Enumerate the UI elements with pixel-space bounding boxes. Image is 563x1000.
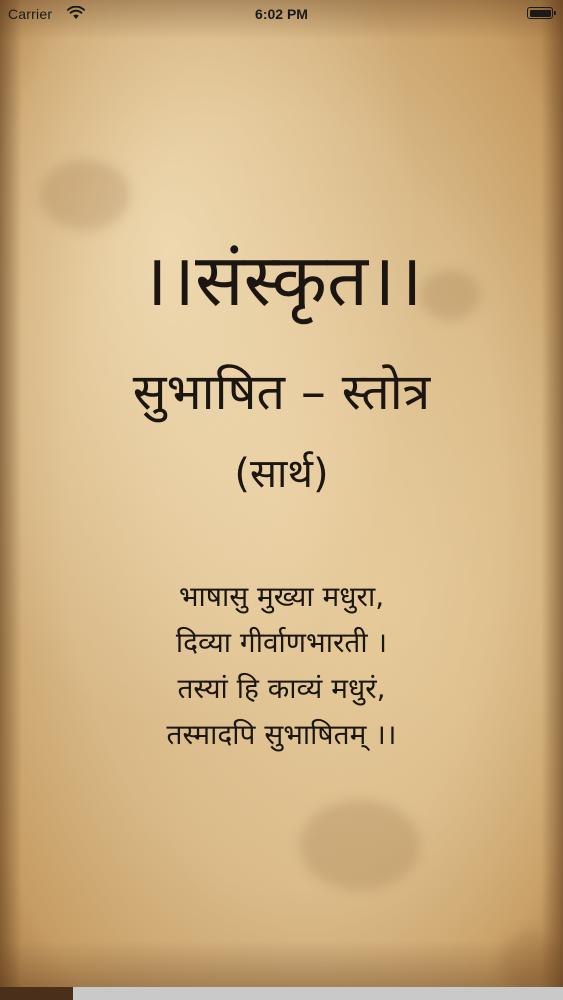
battery-icon	[527, 7, 556, 19]
paper-stain	[500, 930, 560, 990]
splash-screen: Carrier 6:02 PM ।।संस्कृत।। सुभाषित – स्…	[0, 0, 563, 1000]
battery-level	[529, 9, 551, 17]
paper-stain	[300, 800, 420, 890]
battery-tip	[554, 11, 556, 15]
app-title: ।।संस्कृत।।	[140, 238, 423, 322]
verse-line: तस्मादपि सुभाषितम् ।।	[166, 718, 397, 751]
app-subtitle: सुभाषित – स्तोत्र	[132, 363, 431, 421]
verse-block: भाषासु मुख्या मधुरा, दिव्या गीर्वाणभारती…	[0, 574, 563, 758]
verse-line: भाषासु मुख्या मधुरा,	[178, 580, 385, 613]
loading-progress-bar	[0, 987, 563, 1000]
status-bar: Carrier 6:02 PM	[0, 0, 563, 30]
verse-line: तस्यां हि काव्यं मधुरं,	[177, 672, 386, 705]
verse-line: दिव्या गीर्वाणभारती ।	[175, 626, 388, 659]
loading-progress-fill	[0, 987, 74, 1000]
status-time: 6:02 PM	[255, 6, 308, 22]
paper-stain	[40, 160, 130, 230]
meaning-tag: (सार्थ)	[234, 451, 329, 497]
